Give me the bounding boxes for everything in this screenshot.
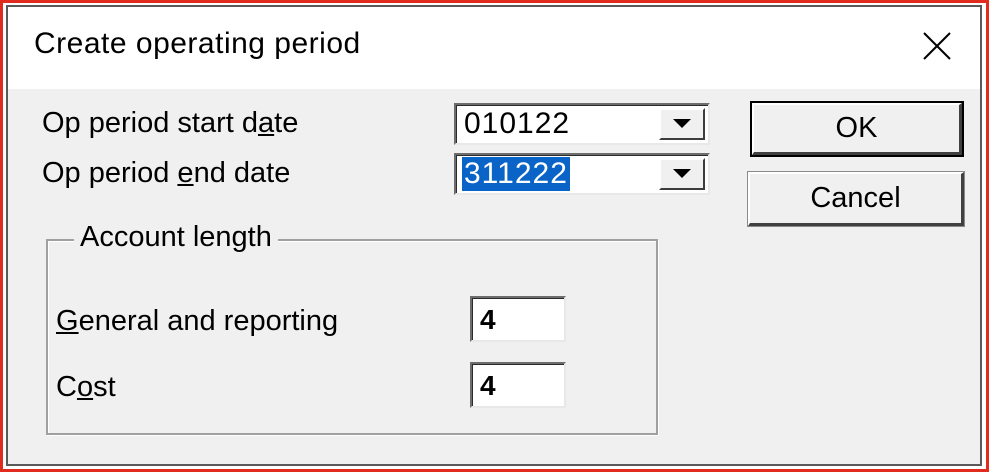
ok-button[interactable]: OK [752,103,962,155]
start-date-dropdown-button[interactable] [659,108,705,140]
general-reporting-field[interactable]: 4 [470,296,566,342]
cost-label: Cost [56,371,116,403]
cancel-button[interactable]: Cancel [748,172,964,226]
end-date-dropdown-button[interactable] [659,158,705,190]
general-reporting-label: General and reporting [56,305,339,337]
start-date-value: 010122 [464,107,571,140]
chevron-down-icon [673,169,691,178]
close-icon [923,32,951,60]
end-date-value: 311222 [462,157,570,191]
start-date-combobox[interactable]: 010122 [454,103,710,145]
chevron-down-icon [673,119,691,128]
account-length-group: Account length General and reporting 4 C… [46,221,658,435]
account-length-group-label: Account length [74,221,278,254]
title-bar: Create operating period [8,7,980,89]
dialog-title: Create operating period [34,27,361,60]
create-operating-period-dialog: Create operating period Op period start … [6,5,982,466]
start-date-label: Op period start date [42,107,299,139]
end-date-combobox[interactable]: 311222 [454,153,710,195]
cost-field[interactable]: 4 [470,362,566,408]
close-button[interactable] [914,23,960,69]
end-date-label: Op period end date [42,157,291,189]
